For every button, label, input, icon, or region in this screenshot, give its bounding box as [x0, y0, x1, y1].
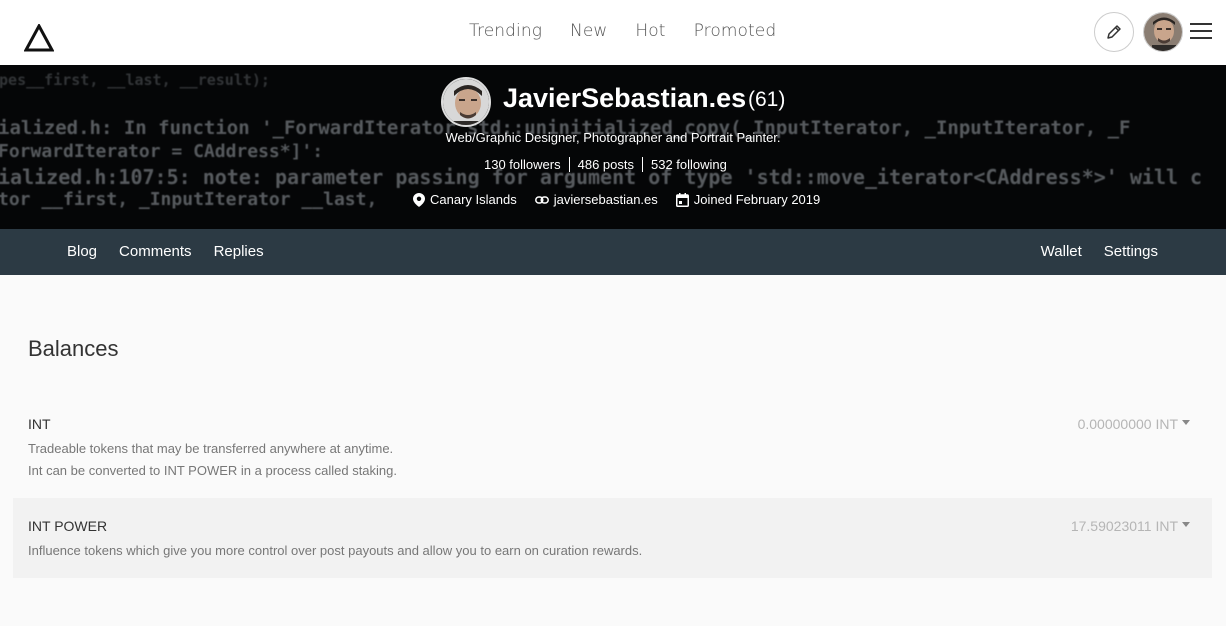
- posts-count: 486 posts: [568, 157, 642, 172]
- subnav-left: Blog Comments Replies: [67, 243, 286, 260]
- tab-comments[interactable]: Comments: [119, 243, 192, 260]
- balance-name: INT POWER: [28, 518, 108, 534]
- profile-subnav: Blog Comments Replies Wallet Settings: [0, 229, 1226, 275]
- balance-row-int: INT Tradeable tokens that may be transfe…: [13, 404, 1212, 496]
- profile-meta: Canary Islands javiersebastian.es Joined…: [413, 192, 838, 207]
- balance-value: 0.00000000 INT: [1077, 416, 1178, 432]
- nav-promoted[interactable]: Promoted: [694, 21, 777, 41]
- main-nav: Trending New Hot Promoted: [469, 21, 804, 41]
- calendar-icon: [675, 192, 689, 207]
- nav-trending[interactable]: Trending: [469, 21, 542, 41]
- pencil-icon: [1107, 25, 1121, 39]
- following-count[interactable]: 532 following: [641, 157, 735, 172]
- tab-replies[interactable]: Replies: [214, 243, 264, 260]
- caret-down-icon: [1182, 521, 1190, 527]
- profile-reputation: (61): [748, 88, 786, 111]
- profile-about: Web/Graphic Designer, Photographer and P…: [445, 130, 781, 145]
- caret-down-icon: [1182, 419, 1190, 425]
- tab-settings[interactable]: Settings: [1104, 243, 1158, 260]
- location-pin-icon: [413, 192, 425, 207]
- balances-title: Balances: [28, 336, 119, 361]
- top-navbar: Trending New Hot Promoted: [0, 0, 1226, 65]
- profile-joined: Joined February 2019: [675, 192, 821, 207]
- profile-website[interactable]: javiersebastian.es: [534, 192, 658, 207]
- website-link[interactable]: javiersebastian.es: [554, 192, 658, 207]
- tab-blog[interactable]: Blog: [67, 243, 97, 260]
- balance-description: Int can be converted to INT POWER in a p…: [28, 463, 397, 478]
- profile-location: Canary Islands: [413, 192, 517, 207]
- banner-code-line: ypes__first, __last, __result);: [0, 71, 270, 89]
- logo-triangle-icon[interactable]: [24, 24, 54, 52]
- balance-row-int-power: INT POWER Influence tokens which give yo…: [13, 498, 1212, 578]
- nav-new[interactable]: New: [570, 21, 607, 41]
- balance-value-dropdown[interactable]: 17.59023011 INT: [1071, 518, 1190, 534]
- banner-code-line: tor __first, _InputIterator __last,: [0, 189, 378, 210]
- subnav-right: Wallet Settings: [1041, 243, 1158, 260]
- profile-name: JavierSebastian.es: [503, 83, 747, 113]
- tab-wallet[interactable]: Wallet: [1041, 243, 1082, 260]
- joined-text: Joined February 2019: [693, 192, 821, 207]
- avatar-image: [1144, 13, 1182, 51]
- balance-value-dropdown[interactable]: 0.00000000 INT: [1078, 416, 1190, 432]
- profile-stats: 130 followers 486 posts 532 following: [476, 157, 735, 172]
- nav-hot[interactable]: Hot: [635, 21, 665, 41]
- balance-description: Tradeable tokens that may be transferred…: [28, 441, 394, 456]
- profile-avatar: [441, 77, 491, 127]
- hamburger-menu-icon[interactable]: [1190, 22, 1212, 40]
- followers-count[interactable]: 130 followers: [476, 157, 569, 172]
- user-avatar-button[interactable]: [1143, 12, 1183, 52]
- balance-name: INT: [28, 416, 51, 432]
- balance-value: 17.59023011 INT: [1070, 518, 1178, 534]
- submit-post-button[interactable]: [1094, 12, 1134, 52]
- location-text: Canary Islands: [430, 192, 517, 207]
- balance-description: Influence tokens which give you more con…: [28, 543, 643, 558]
- profile-banner: ypes__first, __last, __result); ialized.…: [0, 65, 1226, 229]
- link-icon: [534, 195, 549, 204]
